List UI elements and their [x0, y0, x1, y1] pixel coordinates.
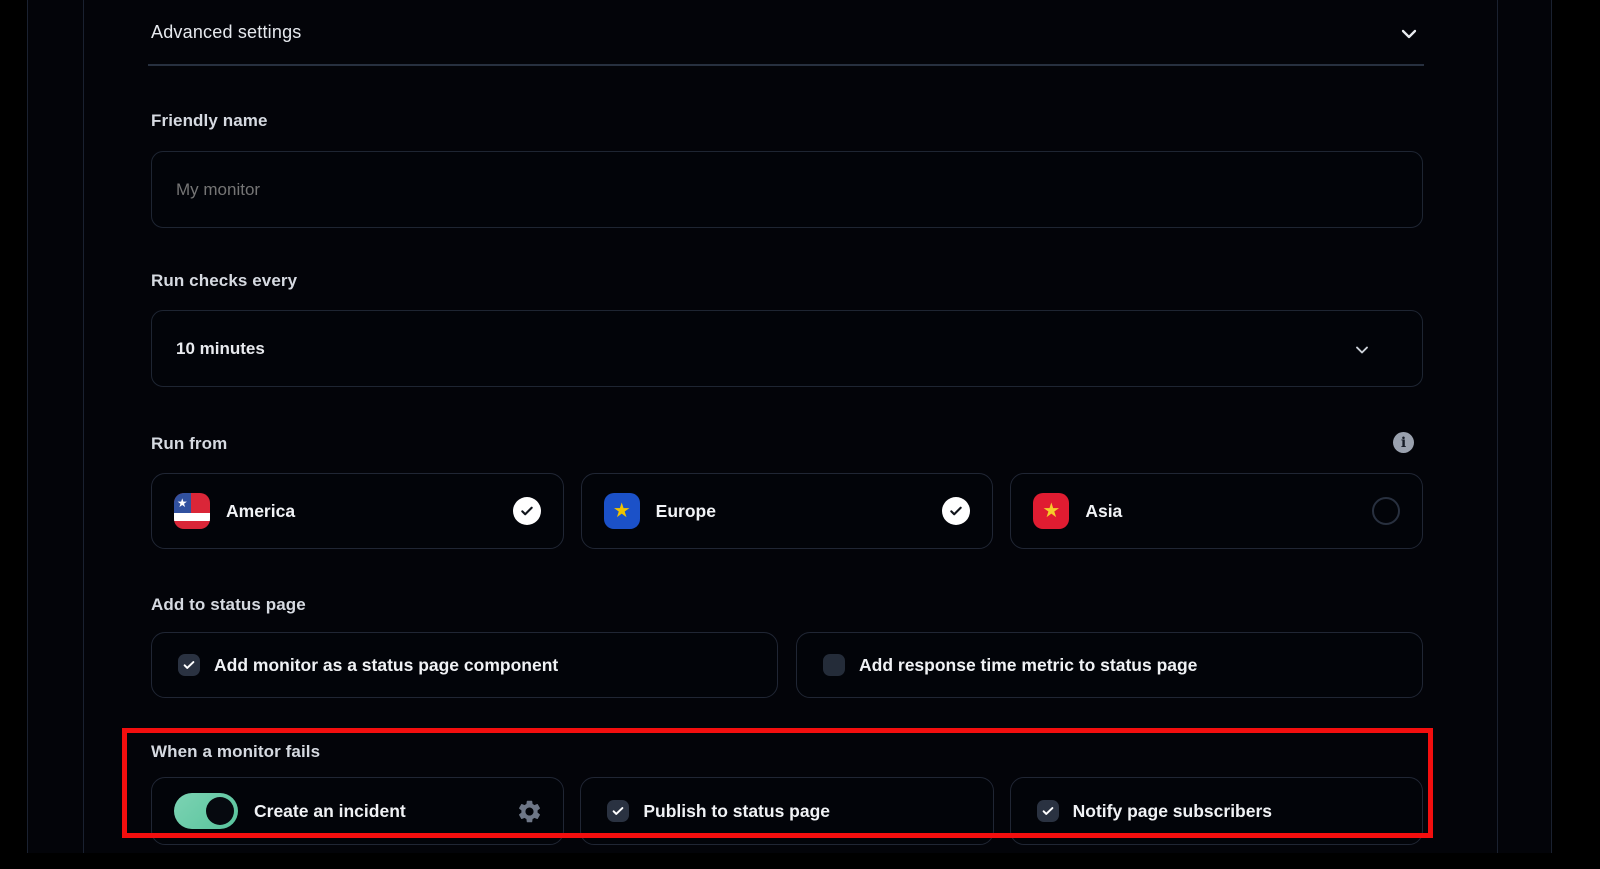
chevron-down-icon[interactable]: [1397, 22, 1421, 46]
region-selected-check-icon: [942, 497, 970, 525]
friendly-name-label: Friendly name: [151, 111, 268, 131]
region-selected-check-icon: [513, 497, 541, 525]
europe-flag-icon: ★: [604, 493, 640, 529]
region-name: America: [226, 501, 295, 522]
chevron-down-icon: [1352, 340, 1372, 360]
info-icon[interactable]: i: [1393, 432, 1414, 453]
option-create-incident[interactable]: Create an incident: [151, 777, 564, 845]
checkbox-checked-icon[interactable]: [178, 654, 200, 676]
region-list: ★ America ★ Europe ★ Asia: [151, 473, 1423, 549]
region-name: Europe: [656, 501, 716, 522]
region-card-asia[interactable]: ★ Asia: [1010, 473, 1423, 549]
run-checks-label: Run checks every: [151, 271, 297, 291]
panel-edge-line: [83, 0, 84, 853]
region-card-europe[interactable]: ★ Europe: [581, 473, 994, 549]
option-label: Add monitor as a status page component: [214, 655, 558, 676]
gear-icon[interactable]: [516, 798, 543, 825]
option-label: Add response time metric to status page: [859, 655, 1197, 676]
run-from-label: Run from: [151, 434, 227, 454]
asia-flag-icon: ★: [1033, 493, 1069, 529]
option-add-monitor-component[interactable]: Add monitor as a status page component: [151, 632, 778, 698]
create-incident-toggle[interactable]: [174, 793, 238, 829]
status-page-options: Add monitor as a status page component A…: [151, 632, 1423, 698]
friendly-name-field-wrap: [151, 151, 1423, 228]
option-add-response-time-metric[interactable]: Add response time metric to status page: [796, 632, 1423, 698]
panel-edge-line: [1497, 0, 1498, 853]
checkbox-checked-icon[interactable]: [1037, 800, 1059, 822]
add-to-status-page-label: Add to status page: [151, 595, 306, 615]
flag-star: ★: [613, 501, 631, 521]
america-flag-icon: ★: [174, 493, 210, 529]
section-divider: [148, 64, 1424, 66]
advanced-settings-header[interactable]: Advanced settings: [151, 22, 1423, 48]
flag-star: ★: [1042, 501, 1060, 521]
region-name: Asia: [1085, 501, 1122, 522]
panel-edge-line: [27, 0, 28, 853]
option-notify-page-subscribers[interactable]: Notify page subscribers: [1010, 777, 1423, 845]
panel-edge-line: [1551, 0, 1552, 853]
option-publish-to-status-page[interactable]: Publish to status page: [580, 777, 993, 845]
toggle-knob: [206, 797, 234, 825]
check-frequency-select[interactable]: 10 minutes: [151, 310, 1423, 387]
monitor-fails-options: Create an incident Publish to status pag…: [151, 777, 1423, 845]
option-label: Create an incident: [254, 801, 406, 822]
checkbox-unchecked-icon[interactable]: [823, 654, 845, 676]
region-unselected-circle: [1372, 497, 1400, 525]
option-label: Notify page subscribers: [1073, 801, 1272, 822]
flag-star: ★: [177, 497, 188, 509]
check-frequency-value: 10 minutes: [176, 339, 265, 359]
checkbox-checked-icon[interactable]: [607, 800, 629, 822]
option-label: Publish to status page: [643, 801, 830, 822]
page: Advanced settings Friendly name Run chec…: [0, 0, 1600, 869]
friendly-name-input[interactable]: [176, 180, 1398, 200]
when-monitor-fails-label: When a monitor fails: [151, 742, 320, 762]
advanced-settings-title: Advanced settings: [151, 22, 302, 42]
region-card-america[interactable]: ★ America: [151, 473, 564, 549]
